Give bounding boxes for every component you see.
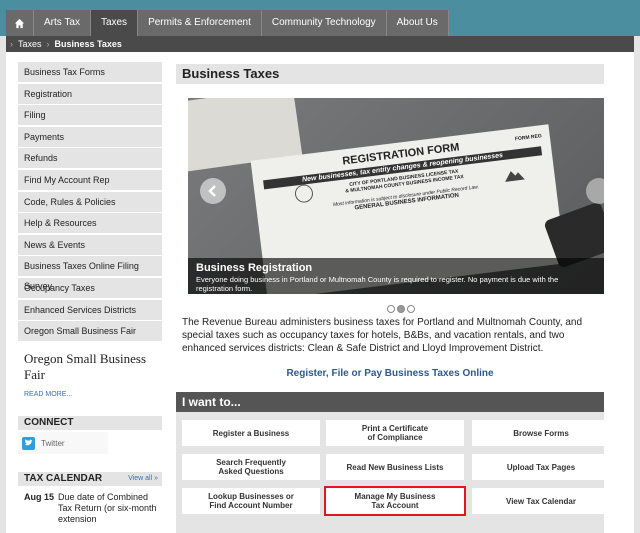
sidebar-item-online-filing-survey[interactable]: Business Taxes Online Filing Survey xyxy=(18,256,162,291)
view-tax-calendar-button[interactable]: View Tax Calendar xyxy=(472,488,610,514)
register-business-button[interactable]: Register a Business xyxy=(182,420,320,446)
slide-text: Everyone doing business in Portland or M… xyxy=(196,275,559,293)
nav-community-technology[interactable]: Community Technology xyxy=(262,10,387,36)
sidebar-item-business-tax-forms[interactable]: Business Tax Forms xyxy=(18,62,162,82)
nav-taxes[interactable]: Taxes xyxy=(90,10,139,36)
manage-account-line-2: Tax Account xyxy=(371,501,419,510)
i-want-to-panel: I want to... Register a Business Print a… xyxy=(176,392,610,533)
sidebar: Business Tax Forms Registration Filing P… xyxy=(18,62,162,398)
upload-tax-pages-button[interactable]: Upload Tax Pages xyxy=(472,454,610,480)
nav-about-us[interactable]: About Us xyxy=(387,10,449,36)
slider-dot-1[interactable] xyxy=(387,305,395,313)
sidebar-item-payments[interactable]: Payments xyxy=(18,126,162,147)
nav-permits-enforcement[interactable]: Permits & Enforcement xyxy=(138,10,262,36)
i-want-to-heading: I want to... xyxy=(176,392,604,412)
connect-heading: CONNECT xyxy=(18,416,162,430)
sidebar-item-filing[interactable]: Filing xyxy=(18,105,162,126)
slider-prev-button[interactable] xyxy=(200,178,226,204)
online-services-link[interactable]: Register, File or Pay Business Taxes Onl… xyxy=(176,368,604,379)
print-certificate-line-2: of Compliance xyxy=(367,433,423,442)
slider-dot-3[interactable] xyxy=(407,305,415,313)
main-column: Business Taxes REGISTRATION FORM New bus… xyxy=(176,64,610,533)
manage-business-tax-account-button[interactable]: Manage My Business Tax Account xyxy=(324,486,466,516)
browse-forms-button[interactable]: Browse Forms xyxy=(472,420,610,446)
print-certificate-button[interactable]: Print a Certificate of Compliance xyxy=(326,420,464,446)
sidebar-item-help-resources[interactable]: Help & Resources xyxy=(18,213,162,234)
top-navigation: Arts Tax Taxes Permits & Enforcement Com… xyxy=(6,10,449,36)
lookup-businesses-line-2: Find Account Number xyxy=(209,501,293,510)
slide-caption: Business Registration Everyone doing bus… xyxy=(188,258,604,294)
home-icon xyxy=(14,18,25,28)
calendar-date: Aug 15 xyxy=(24,492,55,502)
lookup-businesses-line-1: Lookup Businesses or xyxy=(208,492,294,501)
sidebar-item-refunds[interactable]: Refunds xyxy=(18,148,162,169)
twitter-label: Twitter xyxy=(41,438,65,448)
slide-title: Business Registration xyxy=(196,262,313,274)
sidebar-item-find-account-rep[interactable]: Find My Account Rep xyxy=(18,169,162,190)
calendar-view-all-link[interactable]: View all » xyxy=(128,472,158,486)
mountain-logo-icon xyxy=(505,171,525,182)
page-content: Business Tax Forms Registration Filing P… xyxy=(6,52,634,533)
print-certificate-line-1: Print a Certificate xyxy=(361,424,429,433)
breadcrumb-taxes[interactable]: Taxes xyxy=(13,39,47,49)
sidebar-item-code-rules-policies[interactable]: Code, Rules & Policies xyxy=(18,191,162,212)
chevron-left-icon xyxy=(208,185,216,197)
calendar-event-text: Due date of Combined Tax Return (or six-… xyxy=(58,492,157,524)
feature-title[interactable]: Oregon Small Business Fair xyxy=(18,351,162,383)
tax-calendar-heading: TAX CALENDAR View all » xyxy=(18,472,162,486)
sidebar-item-small-business-fair[interactable]: Oregon Small Business Fair xyxy=(18,321,162,342)
nav-arts-tax[interactable]: Arts Tax xyxy=(34,10,91,36)
search-faq-line-2: Asked Questions xyxy=(218,467,284,476)
breadcrumb-chevron-icon: › xyxy=(10,39,13,49)
hero-slider: REGISTRATION FORM New businesses, tax en… xyxy=(188,98,604,294)
search-faq-line-1: Search Frequently xyxy=(216,458,286,467)
breadcrumb: › Taxes › Business Taxes xyxy=(6,36,634,52)
slider-dot-2[interactable] xyxy=(397,305,405,313)
intro-text: The Revenue Bureau administers business … xyxy=(182,317,583,354)
calendar-entry[interactable]: Aug 15 Due date of Combined Tax Return (… xyxy=(18,492,162,525)
lookup-businesses-button[interactable]: Lookup Businesses or Find Account Number xyxy=(182,488,320,514)
sidebar-item-registration[interactable]: Registration xyxy=(18,83,162,104)
search-faq-button[interactable]: Search Frequently Asked Questions xyxy=(182,454,320,480)
sidebar-item-occupancy-taxes[interactable]: Occupancy Taxes xyxy=(18,277,162,298)
home-nav-button[interactable] xyxy=(6,10,34,36)
page-title: Business Taxes xyxy=(176,64,604,84)
twitter-icon xyxy=(22,436,35,450)
manage-account-line-1: Manage My Business xyxy=(354,492,436,501)
breadcrumb-business-taxes: Business Taxes xyxy=(54,39,122,49)
read-new-business-lists-button[interactable]: Read New Business Lists xyxy=(326,454,464,480)
twitter-link[interactable]: Twitter xyxy=(18,432,108,454)
sidebar-item-news-events[interactable]: News & Events xyxy=(18,234,162,255)
tax-calendar-title: TAX CALENDAR xyxy=(24,473,103,484)
sidebar-item-enhanced-services-districts[interactable]: Enhanced Services Districts xyxy=(18,299,162,320)
read-more-link[interactable]: READ MORE... xyxy=(18,391,162,398)
